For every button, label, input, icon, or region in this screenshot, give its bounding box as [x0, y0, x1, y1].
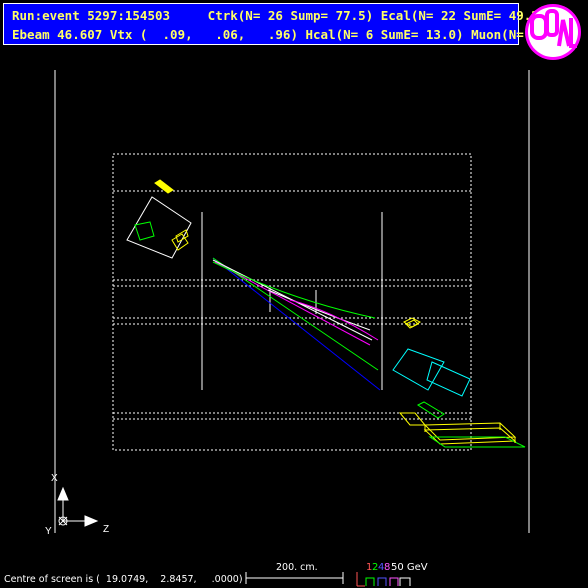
axis-z-label: Z [103, 524, 109, 535]
energy-legend-value: 50 GeV [391, 562, 428, 573]
axis-y-label: Y [45, 526, 52, 537]
axis-triad [57, 486, 99, 527]
track [214, 261, 371, 346]
scale-label: 200. cm. [276, 562, 318, 573]
track [289, 299, 379, 341]
track [212, 257, 379, 371]
track [212, 261, 376, 319]
calorimeter-cluster-right [392, 317, 471, 397]
energy-legend-bars [356, 572, 411, 587]
calorimeter-cluster-lower-right [398, 401, 526, 448]
screen-centre-readout: Centre of screen is ( 19.0749, 2.8457, .… [4, 574, 243, 585]
energy-legend-value: 8 [384, 562, 391, 573]
axis-x-label: X [51, 473, 58, 484]
detector-outline [112, 153, 472, 451]
scale-bar [245, 572, 344, 584]
calorimeter-cluster-upper-left [126, 179, 192, 259]
event-display-canvas: X Y Z [45, 70, 530, 587]
